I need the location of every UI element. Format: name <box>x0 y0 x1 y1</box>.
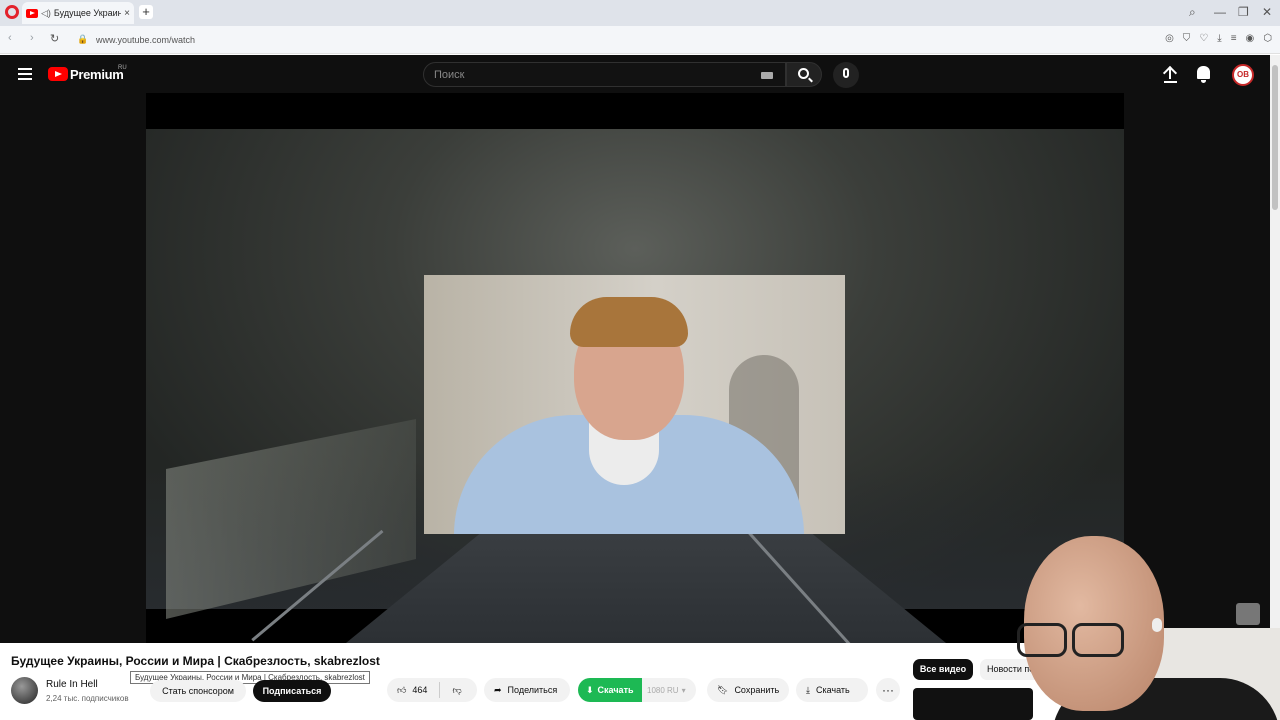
restore-icon[interactable]: ❐ <box>1238 5 1249 19</box>
voice-search-button[interactable] <box>833 62 859 88</box>
streamer-webcam-overlay <box>1012 528 1280 720</box>
address-bar: ‹ › ↻ 🔒 www.youtube.com/watch ◎ ⛉ ♡ ⤓ ≡ … <box>0 26 1280 54</box>
notifications-bell-icon[interactable] <box>1197 66 1210 83</box>
search-button[interactable] <box>786 62 822 87</box>
menu-hamburger-icon[interactable] <box>18 68 32 80</box>
scrollbar-thumb[interactable] <box>1272 65 1278 210</box>
person-hair <box>570 297 688 347</box>
sponsor-button[interactable]: Стать спонсором <box>150 680 246 702</box>
channel-avatar[interactable] <box>11 677 38 704</box>
subscribe-button[interactable]: Подписаться <box>253 680 331 702</box>
tab-close-icon[interactable]: × <box>124 8 134 19</box>
share-icon: ➦ <box>494 684 502 695</box>
download-label: Скачать <box>815 685 850 695</box>
channel-name[interactable]: Rule In Hell <box>46 679 98 690</box>
extension-download-button[interactable]: ⬇ Скачать <box>578 678 642 702</box>
share-label: Поделиться <box>507 685 558 695</box>
snapshot-icon[interactable]: ◎ <box>1165 33 1174 44</box>
browser-tab-active[interactable]: ◁) Будущее Украины, Р × <box>22 2 134 24</box>
video-inset-webcam <box>424 275 845 534</box>
browser-tab-strip: ◁) Будущее Украины, Р × + ⌕ — ❐ ✕ <box>0 0 1280 26</box>
search-input[interactable]: Поиск <box>423 62 786 87</box>
address-bar-tools: ◎ ⛉ ♡ ⤓ ≡ ◉ ⬡ <box>1165 33 1272 44</box>
video-player[interactable] <box>146 93 1124 643</box>
download-icon: ⤓ <box>806 684 810 695</box>
bookmark-icon: 🔖︎ <box>717 684 729 695</box>
extension-icon[interactable]: ⬡ <box>1263 33 1272 44</box>
profile-icon[interactable]: ◉ <box>1246 33 1255 44</box>
microphone-icon <box>843 68 849 78</box>
opera-logo-icon[interactable] <box>5 5 19 19</box>
url-field[interactable]: www.youtube.com/watch <box>96 35 195 45</box>
minimize-icon[interactable]: — <box>1214 5 1226 19</box>
like-dislike-group: 👍︎ 464 👎︎ <box>387 678 477 702</box>
search-icon <box>798 68 809 79</box>
search-placeholder: Поиск <box>434 69 465 81</box>
download-quality-value: 1080 RU <box>647 685 679 695</box>
save-button[interactable]: 🔖︎ Сохранить <box>707 678 789 702</box>
streamer-glasses <box>1072 623 1124 657</box>
download-arrow-icon: ⬇ <box>586 684 594 695</box>
dislike-icon[interactable]: 👎︎ <box>452 685 461 696</box>
chip-all-videos[interactable]: Все видео <box>913 659 973 680</box>
video-title: Будущее Украины, России и Мира | Скабрез… <box>11 654 380 668</box>
chevron-down-icon: ▾ <box>681 685 686 695</box>
back-icon[interactable]: ‹ <box>8 32 12 44</box>
shield-icon[interactable]: ⛉ <box>1183 33 1191 44</box>
forward-icon[interactable]: › <box>30 32 34 44</box>
video-frame <box>146 129 1124 643</box>
lock-icon[interactable]: 🔒 <box>77 34 88 45</box>
save-label: Сохранить <box>734 685 780 695</box>
extension-download-label: Скачать <box>597 685 634 695</box>
download-quality-select[interactable]: 1080 RU ▾ <box>642 678 696 702</box>
youtube-favicon-icon <box>26 8 38 18</box>
region-code: RU <box>118 65 127 71</box>
browser-search-icon[interactable]: ⌕ <box>1189 5 1196 20</box>
brand-label[interactable]: Premium <box>70 67 124 82</box>
youtube-logo-icon[interactable] <box>48 67 68 81</box>
reload-icon[interactable]: ↻ <box>50 32 59 45</box>
like-icon[interactable]: 👍︎ <box>397 685 406 696</box>
channel-subscriber-count: 2,24 тыс. подписчиков <box>46 694 129 703</box>
new-tab-button[interactable]: + <box>139 5 153 19</box>
download-button[interactable]: ⤓ Скачать <box>796 678 868 702</box>
like-count[interactable]: 464 <box>412 685 427 695</box>
upload-icon-base <box>1164 81 1177 83</box>
heart-icon[interactable]: ♡ <box>1199 33 1208 44</box>
video-scene-wall <box>166 419 416 619</box>
more-actions-button[interactable]: ··· <box>876 678 900 702</box>
close-window-icon[interactable]: ✕ <box>1262 5 1272 19</box>
speaker-icon[interactable]: ◁) <box>41 8 51 19</box>
like-divider <box>439 682 441 698</box>
download-icon[interactable]: ⤓ <box>1217 33 1221 44</box>
menu-icon[interactable]: ≡ <box>1231 33 1237 44</box>
share-button[interactable]: ➦ Поделиться <box>484 678 570 702</box>
account-avatar[interactable]: OB <box>1232 64 1254 86</box>
streamer-earbud <box>1152 618 1162 632</box>
streamer-glasses <box>1017 623 1067 657</box>
upload-icon[interactable] <box>1163 67 1177 81</box>
keyboard-icon[interactable] <box>761 72 773 79</box>
tab-title: Будущее Украины, Р <box>53 8 122 18</box>
